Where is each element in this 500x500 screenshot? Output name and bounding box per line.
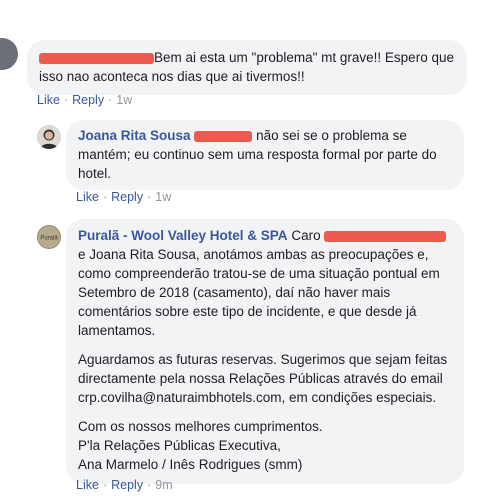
separator: ·	[102, 478, 108, 492]
comment-bubble-1: Bem ai esta um "problema" mt grave!! Esp…	[27, 40, 467, 95]
comment-actions-2: Like · Reply · 1w	[76, 190, 171, 204]
redacted-author-name	[39, 52, 154, 64]
comment-actions-3: Like · Reply · 9m	[76, 478, 173, 492]
joana-avatar[interactable]	[37, 125, 61, 149]
signature-line: Ana Marmelo / Inês Rodrigues (smm)	[78, 457, 303, 472]
separator: ·	[108, 93, 113, 107]
commenter-avatar[interactable]	[0, 38, 18, 70]
like-button[interactable]: Like	[37, 93, 60, 107]
comment-bubble-2: Joana Rita Sousa não sei se o problema s…	[66, 120, 464, 190]
hotel-logo-icon: Puralã	[38, 226, 60, 248]
reply-button[interactable]: Reply	[111, 478, 143, 492]
comment-timestamp[interactable]: 1w	[155, 190, 171, 204]
reply-button[interactable]: Reply	[111, 190, 143, 204]
hotel-page-avatar[interactable]: Puralã	[37, 225, 61, 249]
reply-text: e Joana Rita Sousa, anotámos ambas as pr…	[78, 247, 440, 338]
comment-actions-1: Like · Reply · 1w	[37, 93, 132, 107]
comment-timestamp[interactable]: 1w	[116, 93, 132, 107]
reply-signature: Com os nossos melhores cumprimentos. P'l…	[78, 417, 452, 474]
signature-line: P'la Relações Públicas Executiva,	[78, 438, 281, 453]
separator: ·	[63, 93, 69, 107]
separator: ·	[147, 478, 152, 492]
separator: ·	[102, 190, 108, 204]
comment-bubble-3: Puralã - Wool Valley Hotel & SPA Caro e …	[66, 219, 464, 484]
signature-line: Com os nossos melhores cumprimentos.	[78, 419, 323, 434]
redacted-tagged-name	[324, 230, 447, 242]
greeting-text: Caro	[291, 228, 321, 243]
comment-author[interactable]: Puralã - Wool Valley Hotel & SPA	[78, 228, 288, 243]
separator: ·	[147, 190, 152, 204]
reply-paragraph-2: Aguardamos as futuras reservas. Sugerimo…	[78, 352, 448, 405]
reply-button[interactable]: Reply	[72, 93, 104, 107]
like-button[interactable]: Like	[76, 190, 99, 204]
comment-author[interactable]: Joana Rita Sousa	[78, 128, 191, 143]
hotel-logo-text: Puralã	[40, 236, 58, 242]
comment-timestamp[interactable]: 9m	[155, 478, 172, 492]
like-button[interactable]: Like	[76, 478, 99, 492]
redacted-tagged-name	[194, 130, 253, 142]
user-photo-icon	[37, 125, 61, 149]
reply-paragraph-1: Puralã - Wool Valley Hotel & SPA Caro e …	[78, 226, 452, 340]
